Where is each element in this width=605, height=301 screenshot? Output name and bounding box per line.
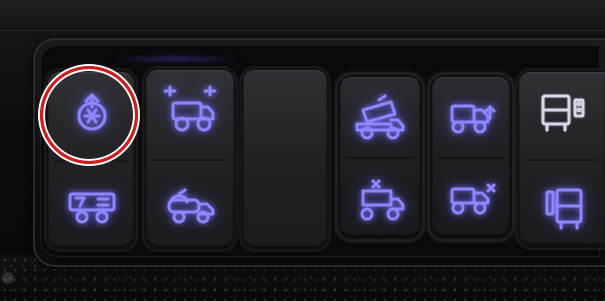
tailgate-open-icon	[442, 96, 500, 138]
rear-lights-icon	[537, 90, 591, 134]
switch-tailgate[interactable]	[432, 77, 510, 237]
tanker-icon	[161, 184, 219, 226]
switch-blank[interactable]	[243, 70, 327, 248]
switch-axle[interactable]	[146, 70, 234, 248]
axle-lock-icon	[159, 83, 221, 137]
bus-icon	[537, 184, 591, 232]
tailgate-close-icon	[442, 177, 500, 219]
upper-dash-trim	[0, 0, 605, 31]
dump-lower-icon	[349, 177, 411, 223]
highlight-circle	[40, 66, 138, 164]
ambient-blue-glow	[108, 56, 243, 62]
switch-dump-bed[interactable]	[340, 77, 420, 237]
switch-rear-lights[interactable]	[519, 72, 605, 246]
switch-panel-scene	[0, 0, 605, 301]
trailer-lift-icon	[64, 186, 120, 226]
dump-raise-icon	[349, 94, 411, 140]
